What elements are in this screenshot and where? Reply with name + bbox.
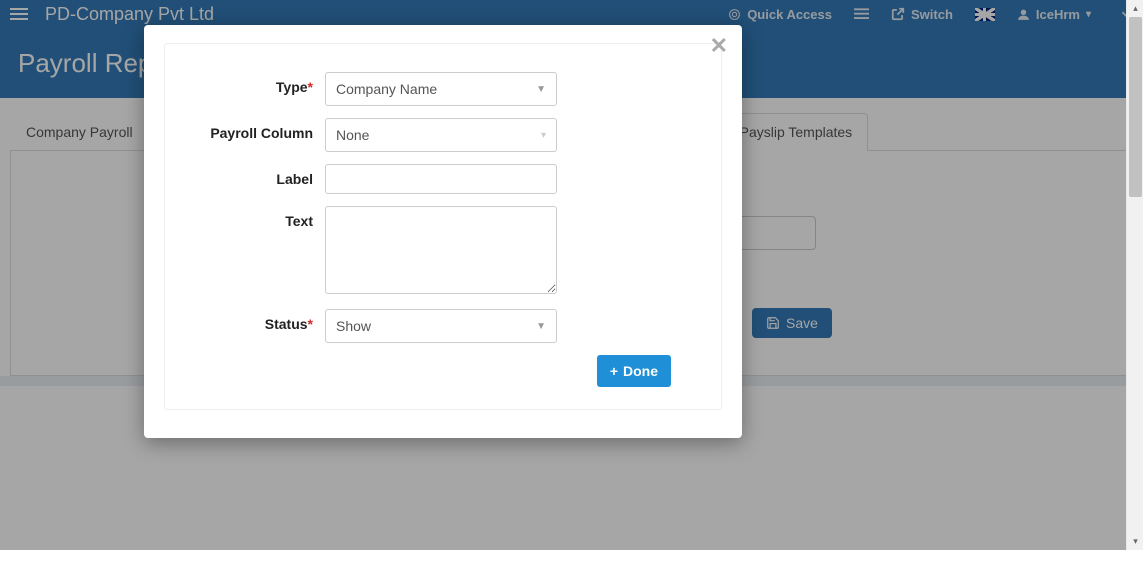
close-icon[interactable]: ✕ xyxy=(710,33,728,59)
modal-body: Type* Company Name ▼ Payroll Column None… xyxy=(164,43,722,410)
text-label: Text xyxy=(285,213,313,229)
type-select[interactable]: Company Name ▼ xyxy=(325,72,557,106)
scrollbar[interactable] xyxy=(1126,0,1143,550)
status-label: Status xyxy=(265,316,308,332)
caret-down-icon: ▼ xyxy=(536,321,546,332)
caret-down-icon: ▾ xyxy=(541,130,546,141)
type-value: Company Name xyxy=(336,81,437,97)
payroll-column-label: Payroll Column xyxy=(210,125,313,141)
label-input[interactable] xyxy=(325,164,557,194)
type-label: Type xyxy=(276,79,308,95)
status-value: Show xyxy=(336,318,371,334)
plus-icon: + xyxy=(610,363,618,379)
payroll-column-value: None xyxy=(336,127,369,143)
done-button[interactable]: + Done xyxy=(597,355,671,387)
modal-dialog: ✕ Type* Company Name ▼ Payroll Column No… xyxy=(144,25,742,438)
text-textarea[interactable] xyxy=(325,206,557,294)
required-asterisk: * xyxy=(308,316,313,332)
required-asterisk: * xyxy=(308,79,313,95)
scroll-down-icon[interactable] xyxy=(1127,533,1143,550)
scroll-thumb[interactable] xyxy=(1129,17,1142,197)
caret-down-icon: ▼ xyxy=(536,84,546,95)
scroll-up-icon[interactable] xyxy=(1127,0,1143,17)
label-label: Label xyxy=(276,171,313,187)
done-label: Done xyxy=(623,363,658,379)
payroll-column-select[interactable]: None ▾ xyxy=(325,118,557,152)
status-select[interactable]: Show ▼ xyxy=(325,309,557,343)
